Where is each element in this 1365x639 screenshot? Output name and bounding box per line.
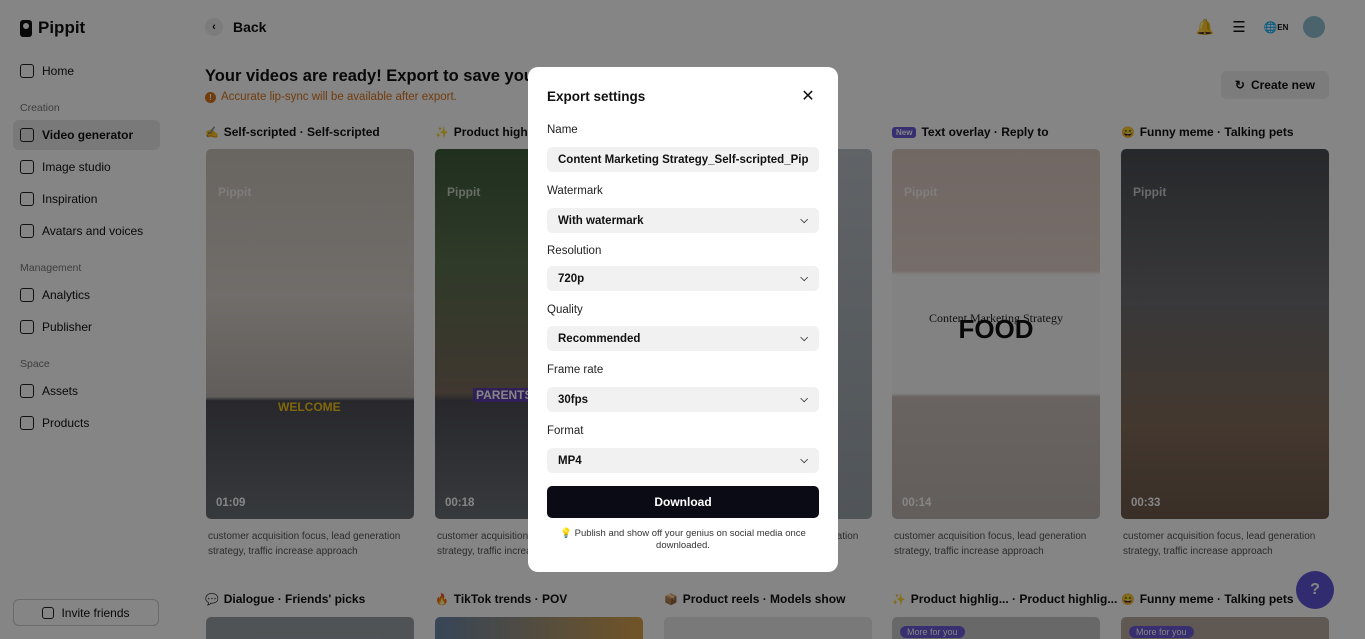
resolution-value: 720p (558, 272, 585, 285)
watermark-label: Watermark (547, 185, 603, 197)
download-button[interactable]: Download (547, 486, 819, 518)
quality-label: Quality (547, 304, 583, 316)
name-label: Name (547, 124, 578, 136)
resolution-select[interactable]: 720p ⌵ (547, 266, 819, 291)
resolution-label: Resolution (547, 245, 602, 257)
quality-value: Recommended (558, 332, 641, 345)
framerate-value: 30fps (558, 393, 589, 406)
chevron-down-icon: ⌵ (800, 455, 808, 466)
dialog-title: Export settings (547, 89, 646, 104)
framerate-select[interactable]: 30fps ⌵ (547, 387, 819, 412)
framerate-label: Frame rate (547, 364, 604, 376)
watermark-value: With watermark (558, 214, 644, 227)
publish-tip: 💡 Publish and show off your genius on so… (547, 528, 819, 552)
quality-select[interactable]: Recommended ⌵ (547, 326, 819, 351)
chevron-down-icon: ⌵ (800, 273, 808, 284)
chevron-down-icon: ⌵ (800, 215, 808, 226)
export-settings-dialog: Export settings ✕ Name Watermark With wa… (528, 67, 838, 572)
lightbulb-icon: 💡 (560, 528, 573, 539)
format-value: MP4 (558, 454, 582, 467)
close-icon[interactable]: ✕ (800, 89, 816, 105)
name-input[interactable] (558, 153, 808, 166)
name-field[interactable] (547, 147, 819, 172)
format-label: Format (547, 425, 584, 437)
format-select[interactable]: MP4 ⌵ (547, 448, 819, 473)
chevron-down-icon: ⌵ (800, 333, 808, 344)
watermark-select[interactable]: With watermark ⌵ (547, 208, 819, 233)
tip-text: Publish and show off your genius on soci… (574, 528, 806, 551)
chevron-down-icon: ⌵ (800, 394, 808, 405)
